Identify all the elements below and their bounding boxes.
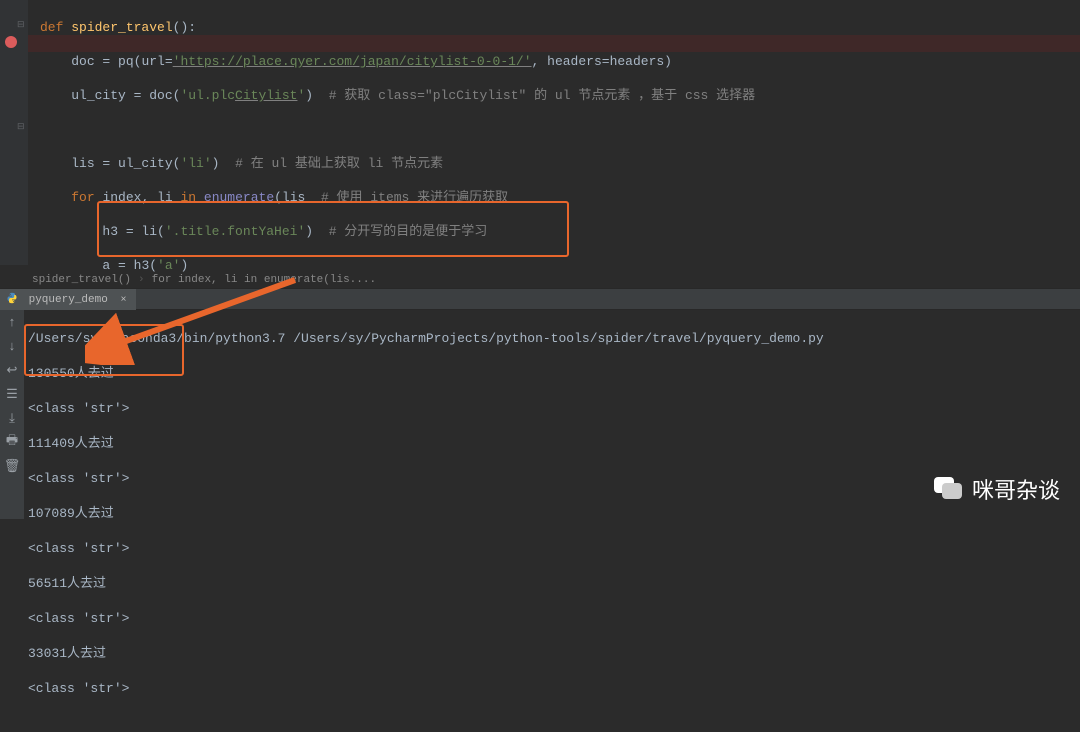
chevron-right-icon: ›: [138, 274, 145, 286]
fold-icon[interactable]: ⊟: [17, 20, 27, 30]
output-line: <class 'str'>: [28, 540, 824, 558]
wrap-icon[interactable]: ↩: [0, 358, 24, 382]
run-console[interactable]: ↑ ↓ ↩ ☰ ⤓ 🖶 🗑 /Users/sy/anaconda3/bin/py…: [0, 310, 1080, 519]
wechat-icon: [934, 477, 964, 501]
code-line: [40, 121, 760, 138]
run-tabbar[interactable]: pyquery_demo ×: [0, 288, 1080, 310]
fold-icon[interactable]: ⊟: [17, 122, 27, 132]
breadcrumb-item[interactable]: for index, li in enumerate(lis....: [152, 274, 376, 286]
trash-icon[interactable]: 🗑: [0, 454, 24, 478]
code-line[interactable]: h3 = li('.title.fontYaHei') # 分开写的目的是便于学…: [40, 223, 760, 240]
code-line[interactable]: lis = ul_city('li') # 在 ul 基础上获取 li 节点元素: [40, 155, 760, 172]
output-line: <class 'str'>: [28, 610, 824, 628]
watermark-text: 咪哥杂谈: [972, 473, 1060, 505]
code-editor[interactable]: ⊟ ⊟ def spider_travel(): doc = pq(url='h…: [0, 0, 1080, 265]
output-line: 56511人去过: [28, 575, 824, 593]
watermark: 咪哥杂谈: [934, 473, 1060, 505]
scroll-icon[interactable]: ⤓: [0, 406, 24, 430]
breadcrumb-item[interactable]: spider_travel(): [32, 274, 131, 286]
tab-label: pyquery_demo: [29, 294, 108, 306]
console-output[interactable]: /Users/sy/anaconda3/bin/python3.7 /Users…: [28, 312, 824, 732]
output-line: <class 'str'>: [28, 470, 824, 488]
code-line[interactable]: doc = pq(url='https://place.qyer.com/jap…: [40, 53, 760, 70]
output-line: 130550人去过: [28, 365, 824, 383]
console-toolbar: ↑ ↓ ↩ ☰ ⤓ 🖶 🗑: [0, 310, 24, 519]
output-line: 33031人去过: [28, 645, 824, 663]
string: 'ul.plcCitylist': [180, 88, 305, 103]
close-icon[interactable]: ×: [120, 295, 126, 306]
run-tab[interactable]: pyquery_demo ×: [0, 289, 136, 311]
print-icon[interactable]: 🖶: [0, 430, 24, 454]
down-icon[interactable]: ↓: [0, 334, 24, 358]
editor-gutter[interactable]: ⊟ ⊟: [0, 0, 28, 265]
output-line: 111409人去过: [28, 435, 824, 453]
output-line: <class 'str'>: [28, 680, 824, 698]
breakpoint-icon[interactable]: [5, 36, 17, 48]
breadcrumbs[interactable]: spider_travel() › for index, li in enume…: [32, 270, 376, 290]
code-line[interactable]: def spider_travel():: [40, 19, 760, 36]
output-line: /Users/sy/anaconda3/bin/python3.7 /Users…: [28, 330, 824, 348]
code-line[interactable]: for index, li in enumerate(lis # 使用 item…: [40, 189, 760, 206]
code-line[interactable]: ul_city = doc('ul.plcCitylist') # 获取 cla…: [40, 87, 760, 104]
output-line: <class 'str'>: [28, 400, 824, 418]
up-icon[interactable]: ↑: [0, 310, 24, 334]
filter-icon[interactable]: ☰: [0, 382, 24, 406]
python-icon: [6, 291, 18, 303]
output-line: 107089人去过: [28, 505, 824, 523]
